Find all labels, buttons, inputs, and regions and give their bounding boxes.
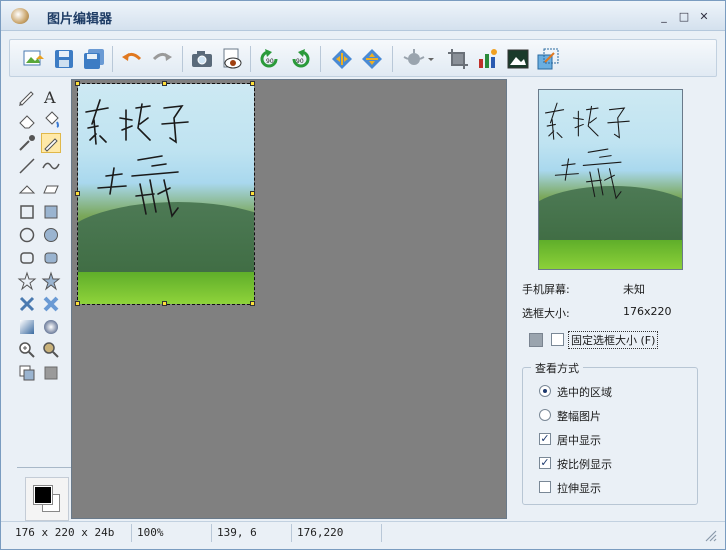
brush-tool-icon[interactable]: [41, 133, 61, 153]
rotate-right-90-icon[interactable]: 90: [288, 47, 312, 71]
color-picker-icon[interactable]: [17, 133, 37, 153]
window-title: 图片编辑器: [47, 12, 113, 27]
zoom-out-icon[interactable]: [41, 340, 61, 360]
rectangle-filled-icon[interactable]: [41, 202, 61, 222]
effects-icon[interactable]: [402, 47, 426, 71]
radio-whole-image[interactable]: [539, 409, 551, 421]
canvas-area[interactable]: [71, 79, 507, 519]
box-size-value: 176x220: [623, 305, 672, 318]
rectangle-outline-icon[interactable]: [17, 202, 37, 222]
triangle-tool-icon[interactable]: [17, 179, 37, 199]
app-window: 图片编辑器 _ □ ✕ 90 90 A 手机屏幕: 未知 选框大小: 176x2…: [0, 0, 726, 550]
close-icon[interactable]: ✕: [697, 11, 711, 23]
resize-handle-top-right[interactable]: [250, 81, 255, 86]
app-icon: [11, 8, 29, 24]
save-icon[interactable]: [52, 47, 76, 71]
rounded-rect-outline-icon[interactable]: [17, 248, 37, 268]
svg-text:90: 90: [296, 58, 304, 65]
save-as-icon[interactable]: [82, 47, 106, 71]
maximize-icon[interactable]: □: [677, 11, 691, 23]
camera-icon[interactable]: [190, 47, 214, 71]
preview-eye-icon[interactable]: [220, 47, 244, 71]
line-tool-icon[interactable]: [17, 156, 37, 176]
star-outline-icon[interactable]: [17, 271, 37, 291]
select-region-icon[interactable]: [17, 363, 37, 383]
rotate-left-90-icon[interactable]: 90: [258, 47, 282, 71]
status-zoom: 100%: [137, 526, 164, 539]
redo-icon[interactable]: [150, 47, 174, 71]
lock-size-icon: [529, 333, 543, 347]
zoom-in-icon[interactable]: [17, 340, 37, 360]
checkbox-center-display[interactable]: ✓: [539, 433, 551, 445]
status-dimensions: 176 x 220 x 24b: [15, 526, 115, 539]
fill-rect-icon[interactable]: [41, 363, 61, 383]
tools-palette: A: [9, 81, 71, 521]
eraser-tool-icon[interactable]: [17, 110, 37, 130]
minimize-icon[interactable]: _: [657, 11, 671, 23]
ellipse-outline-icon[interactable]: [17, 225, 37, 245]
resize-handle-left[interactable]: [75, 191, 80, 196]
undo-icon[interactable]: [120, 47, 144, 71]
title-bar: 图片编辑器 _ □ ✕: [1, 1, 725, 31]
resize-handle-bottom-left[interactable]: [75, 301, 80, 306]
pencil-tool-icon[interactable]: [17, 87, 37, 107]
screen-label: 手机屏幕:: [522, 283, 570, 296]
checkbox-stretch-display[interactable]: [539, 481, 551, 493]
fixed-size-checkbox[interactable]: [551, 333, 564, 346]
star-filled-icon[interactable]: [41, 271, 61, 291]
flip-vertical-icon[interactable]: [360, 47, 384, 71]
resize-handle-bottom-right[interactable]: [250, 301, 255, 306]
svg-text:90: 90: [266, 58, 274, 65]
preview-panel: 手机屏幕: 未知 选框大小: 176x220 固定选框大小 (F) 查看方式 选…: [513, 79, 719, 519]
cross-filled-icon[interactable]: [41, 294, 61, 314]
box-size-label: 选框大小:: [522, 307, 570, 320]
resize-handle-right[interactable]: [250, 191, 255, 196]
status-cursor: 139, 6: [217, 526, 257, 539]
checkbox-proportional-display[interactable]: ✓: [539, 457, 551, 469]
resize-image-icon[interactable]: [536, 47, 560, 71]
effects-dropdown-icon[interactable]: [426, 47, 436, 71]
ellipse-filled-icon[interactable]: [41, 225, 61, 245]
gradient-radial-icon[interactable]: [41, 317, 61, 337]
view-mode-group: 查看方式 选中的区域 整幅图片 ✓ 居中显示 ✓ 按比例显示 拉伸显示: [522, 360, 698, 505]
screen-value: 未知: [623, 283, 645, 296]
image-properties-icon[interactable]: [506, 47, 530, 71]
curve-tool-icon[interactable]: [41, 156, 61, 176]
fill-bucket-icon[interactable]: [41, 110, 61, 130]
fixed-size-label[interactable]: 固定选框大小 (F): [568, 331, 659, 349]
main-toolbar: 90 90: [9, 39, 717, 77]
gradient-linear-icon[interactable]: [17, 317, 37, 337]
resize-grip-icon[interactable]: [703, 528, 717, 542]
foreground-color-swatch[interactable]: [33, 485, 53, 505]
open-image-icon[interactable]: [22, 47, 46, 71]
selection-frame[interactable]: [77, 83, 255, 305]
radio-selected-area[interactable]: [539, 385, 551, 397]
crop-icon[interactable]: [446, 47, 470, 71]
rounded-rect-filled-icon[interactable]: [41, 248, 61, 268]
text-tool-icon[interactable]: A: [41, 87, 61, 107]
svg-text:A: A: [43, 88, 56, 107]
adjust-levels-icon[interactable]: [476, 47, 500, 71]
resize-handle-top[interactable]: [162, 81, 167, 86]
cross-outline-icon[interactable]: [17, 294, 37, 314]
flip-horizontal-icon[interactable]: [330, 47, 354, 71]
view-mode-title: 查看方式: [531, 360, 583, 376]
color-swatches[interactable]: [25, 477, 69, 521]
status-bar: 176 x 220 x 24b 100% 139, 6 176,220: [1, 521, 725, 549]
parallelogram-tool-icon[interactable]: [41, 179, 61, 199]
preview-thumbnail: [538, 89, 683, 270]
resize-handle-bottom[interactable]: [162, 301, 167, 306]
resize-handle-top-left[interactable]: [75, 81, 80, 86]
status-selection: 176,220: [297, 526, 344, 539]
